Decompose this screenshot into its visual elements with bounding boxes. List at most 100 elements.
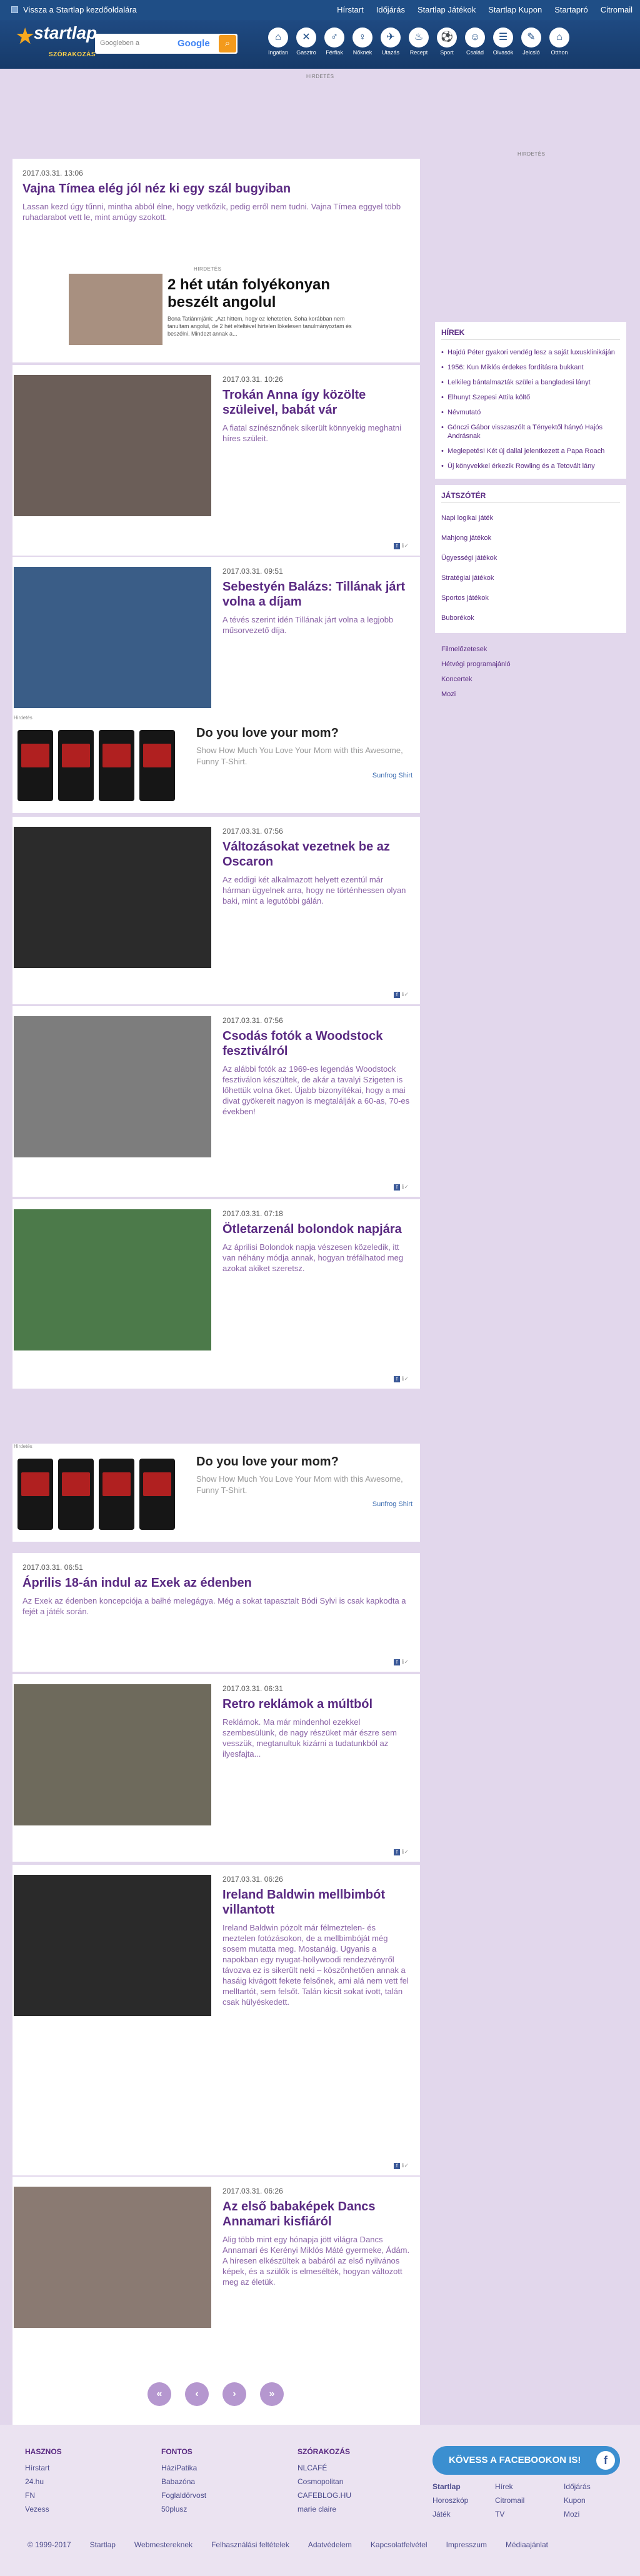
bottom-link[interactable]: Médiaajánlat xyxy=(506,2540,548,2549)
news-item[interactable]: Új könyvekkel érkezik Rowling és a Tetov… xyxy=(441,459,620,474)
extra-link[interactable]: Filmelőzetesek xyxy=(441,642,620,657)
share-buttons[interactable]: fℹ✓ xyxy=(394,2162,409,2169)
logo[interactable]: ★ startlap SZÓRAKOZÁS xyxy=(15,24,97,62)
share-buttons[interactable]: fℹ✓ xyxy=(394,542,409,549)
article-card[interactable]: 2017.03.31. 13:06 Vajna Tímea elég jól né… xyxy=(12,159,420,282)
bottom-link[interactable]: Felhasználási feltételek xyxy=(211,2540,289,2549)
shirt-image[interactable] xyxy=(58,730,94,801)
game-item[interactable]: Napi logikai játék xyxy=(441,508,620,528)
footer-service-link[interactable]: Játék xyxy=(432,2510,495,2519)
article-thumbnail[interactable] xyxy=(14,1209,211,1350)
topnav-citromail[interactable]: Citromail xyxy=(601,5,632,14)
like-icon[interactable]: ℹ✓ xyxy=(402,1849,409,1855)
category-0[interactable]: ⌂ Ingatlan xyxy=(266,27,290,56)
article-title[interactable]: Sebestyén Balázs: Tillának járt volna a … xyxy=(222,579,410,609)
game-item[interactable]: Buborékok xyxy=(441,608,620,628)
article-thumbnail[interactable] xyxy=(14,567,211,708)
search-button[interactable]: ⌕ xyxy=(219,35,236,52)
news-item[interactable]: Lelkileg bántalmazták szülei a banglades… xyxy=(441,375,620,390)
footer-link[interactable]: Foglaldörvost xyxy=(161,2491,206,2500)
category-9[interactable]: ✎ Jelcsló xyxy=(519,27,543,56)
footer-link[interactable]: FN xyxy=(25,2491,62,2500)
category-10[interactable]: ⌂ Otthon xyxy=(548,27,571,56)
shirt-image[interactable] xyxy=(99,730,134,801)
article-title[interactable]: Retro reklámok a múltból xyxy=(222,1697,410,1712)
footer-link[interactable]: HáziPatika xyxy=(161,2464,206,2472)
category-6[interactable]: ⚽ Sport xyxy=(435,27,459,56)
topnav-jatekok[interactable]: Startlap Játékok xyxy=(418,5,476,14)
last-page-button[interactable]: » xyxy=(260,2382,284,2406)
news-item[interactable]: Meglepetés! Két új dallal jelentkezett a… xyxy=(441,444,620,459)
footer-service-link[interactable]: Kupon xyxy=(564,2496,620,2505)
article-thumbnail[interactable] xyxy=(14,1684,211,1825)
article-title[interactable]: Az első babaképek Dancs Annamari kisfiár… xyxy=(222,2199,410,2229)
share-buttons[interactable]: fℹ✓ xyxy=(394,1849,409,1855)
article-card[interactable]: 2017.03.31. 06:31 Retro reklámok a múltbó… xyxy=(12,1674,420,1862)
article-thumbnail[interactable] xyxy=(14,1016,211,1157)
shirt-image[interactable] xyxy=(18,1459,53,1530)
category-1[interactable]: ✕ Gasztro xyxy=(294,27,318,56)
inline-ad[interactable]: HIRDETÉS 2 hét után folyékonyan beszélt a… xyxy=(12,265,420,362)
article-card[interactable]: 2017.03.31. 06:26 Ireland Baldwin mellbim… xyxy=(12,1865,420,2175)
game-item[interactable]: Ügyességi játékok xyxy=(441,548,620,568)
article-thumbnail[interactable] xyxy=(14,1875,211,2016)
news-item[interactable]: Névmutató xyxy=(441,405,620,420)
back-link[interactable]: Vissza a Startlap kezdőoldalára xyxy=(11,5,137,14)
footer-link[interactable]: Cosmopolitan xyxy=(298,2477,351,2486)
shirt-image[interactable] xyxy=(99,1459,134,1530)
game-item[interactable]: Sportos játékok xyxy=(441,588,620,608)
ad-image[interactable] xyxy=(69,274,162,345)
article-card[interactable]: 2017.03.31. 07:18 Ötletarzenál bolondok n… xyxy=(12,1199,420,1389)
game-item[interactable]: Mahjong játékok xyxy=(441,528,620,548)
footer-service-link[interactable]: Horoszkóp xyxy=(432,2496,495,2505)
article-card[interactable]: 2017.03.31. 07:56 Csodás fotók a Woodstoc… xyxy=(12,1006,420,1197)
footer-service-link[interactable]: Időjárás xyxy=(564,2482,620,2491)
facebook-share-icon[interactable]: f xyxy=(394,1376,401,1382)
news-item[interactable]: Hajdú Péter gyakori vendég lesz a saját … xyxy=(441,345,620,360)
share-buttons[interactable]: fℹ✓ xyxy=(394,1375,409,1382)
category-8[interactable]: ☰ Olvasók xyxy=(491,27,515,56)
article-title[interactable]: Változásokat vezetnek be az Oscaron xyxy=(222,839,410,869)
article-title[interactable]: Április 18-án indul az Exek az édenben xyxy=(22,1575,410,1590)
extra-link[interactable]: Mozi xyxy=(441,687,620,702)
footer-service-link[interactable]: Mozi xyxy=(564,2510,620,2519)
facebook-share-icon[interactable]: f xyxy=(394,992,401,998)
like-icon[interactable]: ℹ✓ xyxy=(402,1375,409,1382)
article-card[interactable]: 2017.03.31. 07:56 Változásokat vezetnek b… xyxy=(12,817,420,1004)
shirt-image[interactable] xyxy=(139,730,175,801)
article-card[interactable]: 2017.03.31. 06:51 Április 18-án indul az … xyxy=(12,1553,420,1672)
search-box[interactable]: Googleben a Google ⌕ xyxy=(95,34,238,54)
game-item[interactable]: Stratégiai játékok xyxy=(441,568,620,588)
shirt-image[interactable] xyxy=(18,730,53,801)
category-2[interactable]: ♂ Férfiak xyxy=(322,27,346,56)
share-buttons[interactable]: fℹ✓ xyxy=(394,991,409,998)
shirt-ad-headline[interactable]: Do you love your mom? xyxy=(196,726,339,741)
first-page-button[interactable]: « xyxy=(148,2382,171,2406)
news-item[interactable]: Gönczi Gábor visszaszólt a Tényektől hán… xyxy=(441,420,620,444)
news-item[interactable]: 1956: Kun Miklós érdekes fordításra bukk… xyxy=(441,360,620,375)
facebook-share-icon[interactable]: f xyxy=(394,1849,401,1855)
article-thumbnail[interactable] xyxy=(14,827,211,968)
footer-service-link[interactable]: Startlap xyxy=(432,2482,495,2491)
bottom-link[interactable]: Kapcsolatfelvétel xyxy=(371,2540,428,2549)
like-icon[interactable]: ℹ✓ xyxy=(402,1659,409,1665)
facebook-share-icon[interactable]: f xyxy=(394,1184,401,1191)
facebook-share-icon[interactable]: f xyxy=(394,543,401,549)
footer-link[interactable]: 50plusz xyxy=(161,2505,206,2514)
bottom-link[interactable]: Webmestereknek xyxy=(134,2540,192,2549)
prev-page-button[interactable]: ‹ xyxy=(185,2382,209,2406)
article-title[interactable]: Vajna Tímea elég jól néz ki egy szál bug… xyxy=(22,181,410,196)
footer-link[interactable]: Vezess xyxy=(25,2505,62,2514)
article-thumbnail[interactable] xyxy=(14,375,211,516)
bottom-link[interactable]: Impresszum xyxy=(446,2540,487,2549)
facebook-share-icon[interactable]: f xyxy=(394,2163,401,2169)
inline-ad-title[interactable]: 2 hét után folyékonyan beszélt angolul xyxy=(168,276,368,311)
footer-link[interactable]: Babazóna xyxy=(161,2477,206,2486)
article-card[interactable]: 2017.03.31. 10:26 Trokán Anna így közölte… xyxy=(12,365,420,556)
share-buttons[interactable]: fℹ✓ xyxy=(394,1659,409,1665)
extra-link[interactable]: Koncertek xyxy=(441,672,620,687)
topnav-idojaras[interactable]: Időjárás xyxy=(376,5,405,14)
category-4[interactable]: ✈ Utazás xyxy=(379,27,402,56)
article-title[interactable]: Ireland Baldwin mellbimbót villantott xyxy=(222,1887,410,1917)
like-icon[interactable]: ℹ✓ xyxy=(402,991,409,997)
